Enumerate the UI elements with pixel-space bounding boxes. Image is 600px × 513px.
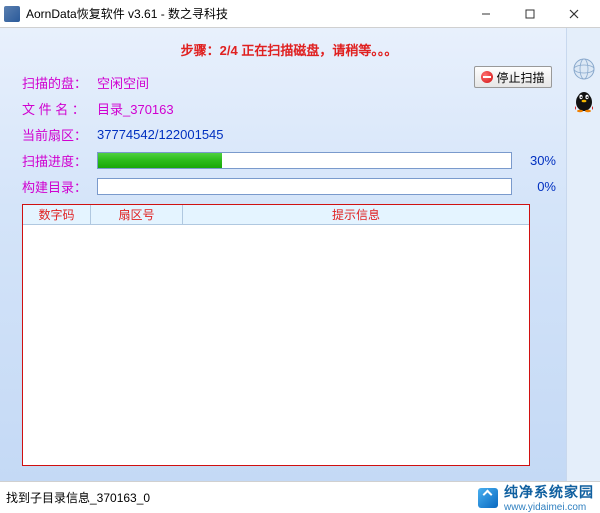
label-scan-progress: 扫描进度： (22, 151, 97, 170)
row-file-name: 文 件 名 ： 目录_370163 (22, 99, 556, 118)
client-area: 步骤：2/4 正在扫描磁盘，请稍等。。。 停止扫描 扫描的盘： 空闲空间 文 件… (0, 28, 600, 481)
col-header-sector[interactable]: 扇区号 (91, 205, 183, 224)
row-sector: 当前扇区： 37774542/122001545 (22, 125, 556, 144)
scan-progress-bar (97, 152, 512, 169)
minimize-icon (481, 9, 491, 19)
statusbar: 找到子目录信息_370163_0 纯净系统家园 www.yidaimei.com (0, 481, 600, 513)
result-grid: 数字码 扇区号 提示信息 (22, 204, 530, 466)
app-icon (4, 6, 20, 22)
status-text: 找到子目录信息_370163_0 (6, 489, 478, 506)
stop-scan-button[interactable]: 停止扫描 (474, 66, 552, 88)
col-header-hint[interactable]: 提示信息 (183, 205, 529, 224)
footer-brand[interactable]: 纯净系统家园 www.yidaimei.com (478, 482, 594, 513)
label-build-progress: 构建目录： (22, 177, 97, 196)
window-title: AornData恢复软件 v3.61 - 数之寻科技 (26, 5, 464, 22)
grid-body[interactable] (23, 225, 529, 465)
label-file-name: 文 件 名 ： (22, 99, 97, 118)
value-sector: 37774542/122001545 (97, 127, 224, 142)
brand-logo-icon (478, 488, 498, 508)
scan-progress-pct: 30% (520, 153, 556, 168)
brand-text-block: 纯净系统家园 www.yidaimei.com (504, 482, 594, 513)
value-scan-disk: 空闲空间 (97, 73, 149, 92)
side-panel (566, 28, 600, 481)
scan-progress-fill (98, 153, 222, 168)
window-controls (464, 2, 596, 26)
qq-icon[interactable] (571, 88, 597, 114)
value-file-name: 目录_370163 (97, 99, 174, 118)
minimize-button[interactable] (464, 2, 508, 26)
main-panel: 步骤：2/4 正在扫描磁盘，请稍等。。。 停止扫描 扫描的盘： 空闲空间 文 件… (0, 28, 566, 481)
col-header-code[interactable]: 数字码 (23, 205, 91, 224)
label-scan-disk: 扫描的盘： (22, 73, 97, 92)
row-build-progress: 构建目录： 0% (22, 177, 556, 196)
brand-name: 纯净系统家园 (504, 482, 594, 502)
step-text: 步骤：2/4 正在扫描磁盘，请稍等。。。 (22, 40, 556, 59)
brand-url: www.yidaimei.com (504, 502, 594, 513)
row-scan-progress: 扫描进度： 30% (22, 151, 556, 170)
close-button[interactable] (552, 2, 596, 26)
stop-scan-label: 停止扫描 (496, 69, 544, 86)
stop-icon (481, 71, 493, 83)
build-progress-pct: 0% (520, 179, 556, 194)
titlebar: AornData恢复软件 v3.61 - 数之寻科技 (0, 0, 600, 28)
close-icon (569, 9, 579, 19)
label-sector: 当前扇区： (22, 125, 97, 144)
maximize-button[interactable] (508, 2, 552, 26)
maximize-icon (525, 9, 535, 19)
globe-icon[interactable] (571, 56, 597, 82)
build-progress-bar (97, 178, 512, 195)
grid-header: 数字码 扇区号 提示信息 (23, 205, 529, 225)
